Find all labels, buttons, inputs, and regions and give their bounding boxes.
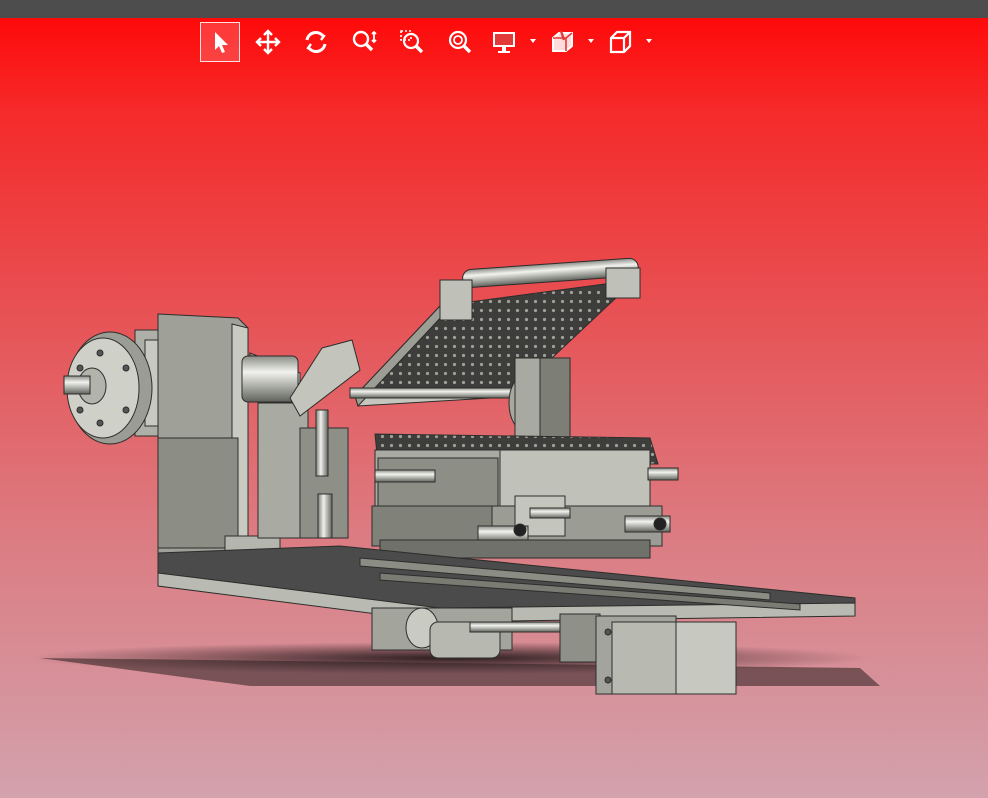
left-support-bracket — [157, 313, 349, 559]
window-top-bar — [0, 0, 988, 18]
xy-stage — [371, 433, 679, 559]
cad-model-assembly[interactable] — [0, 18, 988, 798]
right-stepper-motor — [595, 615, 737, 695]
3d-viewport[interactable] — [0, 18, 988, 798]
